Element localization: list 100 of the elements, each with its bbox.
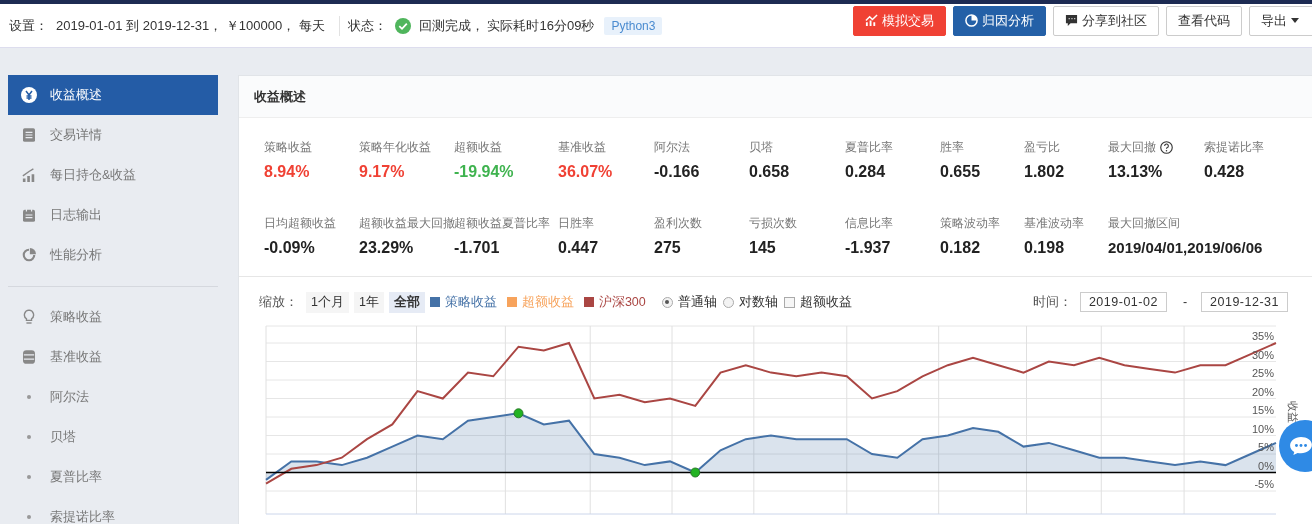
sidebar-item[interactable]: 性能分析 (8, 235, 218, 275)
language-badge: Python3 (604, 16, 663, 35)
sidebar-item[interactable]: 收益概述 (8, 75, 218, 115)
metric-label: 盈亏比 (1024, 138, 1060, 156)
zoom-button[interactable]: 1年 (353, 291, 384, 313)
legend-label[interactable]: 沪深300 (598, 293, 646, 311)
metric-label: 夏普比率 (845, 138, 893, 156)
metric-value: 9.17% (359, 162, 406, 182)
metric-value: -1.701 (454, 238, 501, 258)
axis-tick-label: 30% (1251, 348, 1274, 361)
zoom-button[interactable]: 全部 (388, 291, 425, 313)
metric-label: 胜率 (940, 138, 964, 156)
checkbox-label: 超额收益 (799, 293, 852, 311)
radio-button[interactable] (722, 296, 734, 308)
sidebar-item[interactable]: 每日持仓&收益 (8, 155, 218, 195)
sidebar-item[interactable]: 贝塔 (8, 417, 218, 457)
settings-label: 设置： (9, 16, 48, 35)
marker-point (690, 467, 701, 478)
date-field[interactable]: 2019-12-31 (1201, 292, 1288, 312)
toolbar-button[interactable]: 模拟交易 (853, 5, 946, 36)
checkbox[interactable] (783, 296, 795, 308)
pie-chart-icon (965, 14, 978, 27)
toolbar-button[interactable]: 归因分析 (953, 5, 1046, 36)
metric-label: 最大回撤区间 (1108, 214, 1180, 232)
pie-chart-icon (22, 248, 36, 262)
radio-label: 对数轴 (738, 293, 778, 311)
metric-value: 0.428 (1204, 162, 1246, 182)
sidebar-item[interactable]: 索提诺比率 (8, 497, 218, 524)
lightbulb-icon (23, 309, 35, 325)
time-label: 时间： (1032, 293, 1072, 311)
metric-label: 超额收益夏普比率 (454, 214, 550, 232)
date-separator: - (1182, 295, 1188, 309)
caret-icon (1291, 18, 1299, 23)
metric-value: 0.198 (1024, 238, 1066, 258)
metric-value: -0.166 (654, 162, 701, 182)
metric-value: 0.658 (749, 162, 791, 182)
metric-value: 145 (749, 238, 777, 258)
toolbar-button[interactable]: 查看代码 (1166, 5, 1242, 36)
bar-chart-icon (22, 168, 36, 182)
metric-value: 2019/04/01,2019/06/06 (1108, 238, 1264, 258)
axis-tick-label: 10% (1251, 422, 1274, 435)
metric-label: 基准收益 (558, 138, 606, 156)
metric-value: 0.655 (940, 162, 982, 182)
chat-bubble-icon (1289, 436, 1312, 456)
metric-label: 超额收益最大回撤 (359, 214, 455, 232)
clipboard-icon (23, 208, 35, 222)
comment-icon (1065, 14, 1078, 27)
metric-value: -0.09% (264, 238, 316, 258)
toolbar-button[interactable]: 导出 (1249, 5, 1312, 36)
sidebar-item[interactable]: 阿尔法 (8, 377, 218, 417)
metric-value: -1.937 (845, 238, 892, 258)
axis-title: 收益 (1287, 400, 1299, 423)
metric-label: 超额收益 (454, 138, 502, 156)
metric-label: 亏损次数 (749, 214, 797, 232)
metric-label: 基准波动率 (1024, 214, 1084, 232)
metric-label: 日胜率 (558, 214, 594, 232)
axis-tick-label: 15% (1251, 404, 1274, 416)
sidebar-item[interactable]: 基准收益 (8, 337, 218, 377)
marker-point (513, 408, 524, 419)
sidebar-item[interactable]: 交易详情 (8, 115, 218, 155)
bullet-icon (27, 395, 31, 399)
radio-button[interactable] (661, 296, 673, 308)
metric-label: 索提诺比率 (1204, 138, 1264, 156)
axis-tick-label: -5% (1254, 478, 1274, 490)
metric-value: 13.13% (1108, 162, 1164, 182)
document-icon (23, 128, 35, 142)
metric-label: 最大回撤 (1108, 138, 1156, 156)
chart-icon (865, 14, 878, 27)
settings-text: 2019-01-01 到 2019-12-31， ￥100000， 每天 (56, 16, 325, 35)
bullet-icon (27, 475, 31, 479)
metric-value: -19.94% (454, 162, 515, 182)
zoom-button[interactable]: 1个月 (306, 291, 349, 313)
metric-value: 1.802 (1024, 162, 1066, 182)
bullet-icon (27, 435, 31, 439)
database-icon (23, 350, 35, 364)
yuan-icon (21, 87, 37, 103)
metric-value: 275 (654, 238, 682, 258)
axis-tick-label: 20% (1251, 385, 1274, 398)
toolbar-button[interactable]: 分享到社区 (1053, 5, 1159, 36)
axis-tick-label: 25% (1251, 367, 1274, 379)
metric-value: 8.94% (264, 162, 311, 182)
legend-label[interactable]: 策略收益 (444, 293, 497, 311)
sidebar-item[interactable]: 日志输出 (8, 195, 218, 235)
metric-value: 0.447 (558, 238, 600, 258)
metric-label: 策略收益 (264, 138, 312, 156)
metric-label: 日均超额收益 (264, 214, 336, 232)
metric-value: 0.182 (940, 238, 982, 258)
metric-label: 策略年化收益 (359, 138, 431, 156)
metric-label: 贝塔 (749, 138, 773, 156)
bullet-icon (27, 515, 31, 519)
metric-label: 阿尔法 (654, 138, 690, 156)
sidebar-item[interactable]: 策略收益 (8, 297, 218, 337)
date-field[interactable]: 2019-01-02 (1079, 292, 1167, 312)
sidebar-item[interactable]: 夏普比率 (8, 457, 218, 497)
help-icon[interactable] (1160, 140, 1173, 154)
axis-tick-label: 0% (1258, 459, 1274, 472)
metric-label: 信息比率 (845, 214, 893, 232)
metric-value: 0.284 (845, 162, 887, 182)
status-label: 状态： (347, 16, 387, 35)
axis-tick-label: 35% (1251, 330, 1274, 342)
